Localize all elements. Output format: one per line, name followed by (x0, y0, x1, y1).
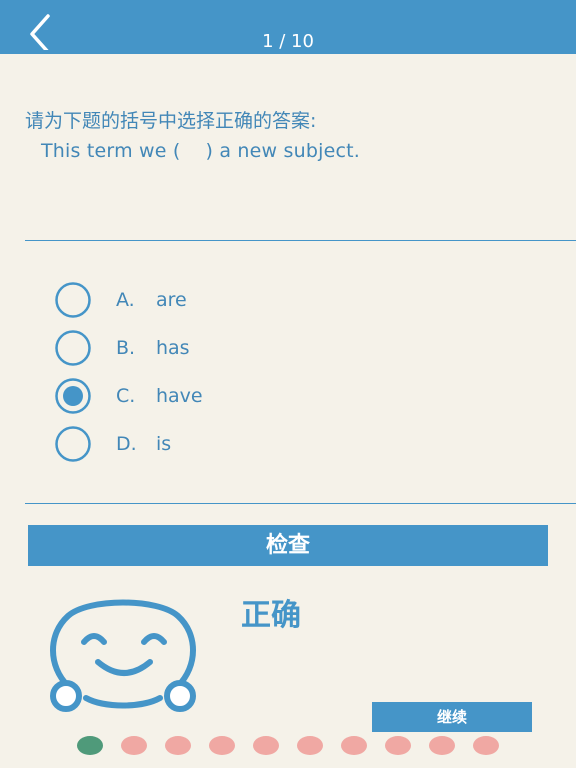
progress-dot (209, 736, 235, 755)
progress-dot (121, 736, 147, 755)
question-prompt: 请为下题的括号中选择正确的答案: (25, 110, 317, 132)
radio-icon[interactable] (55, 330, 91, 366)
option-text: has (156, 337, 190, 359)
continue-button[interactable]: 继续 (372, 702, 532, 732)
progress-dot (253, 736, 279, 755)
option-text: are (156, 289, 187, 311)
progress-dot (429, 736, 455, 755)
top-bar: 1 / 10 (0, 0, 576, 54)
progress-dot (77, 736, 103, 755)
option-b[interactable]: B. has (55, 330, 355, 366)
radio-icon[interactable] (55, 378, 91, 414)
progress-dots (0, 736, 576, 756)
option-letter: B. (116, 337, 136, 359)
check-button[interactable]: 检查 (28, 525, 548, 566)
radio-icon[interactable] (55, 426, 91, 462)
option-letter: A. (116, 289, 135, 311)
divider (25, 240, 576, 241)
radio-icon[interactable] (55, 282, 91, 318)
option-text: is (156, 433, 172, 455)
result-label: 正确 (241, 598, 301, 633)
option-letter: C. (116, 385, 136, 407)
divider (25, 503, 576, 504)
question-sentence: This term we ( ) a new subject. (41, 140, 361, 162)
option-letter: D. (116, 433, 137, 455)
option-d[interactable]: D. is (55, 426, 355, 462)
option-a[interactable]: A. are (55, 282, 355, 318)
progress-dot (297, 736, 323, 755)
question-progress: 1 / 10 (262, 31, 314, 52)
progress-dot (341, 736, 367, 755)
option-c[interactable]: C. have (55, 378, 355, 414)
option-text: have (156, 385, 203, 407)
progress-dot (473, 736, 499, 755)
progress-dot (165, 736, 191, 755)
smiley-face-icon (50, 599, 196, 712)
progress-dot (385, 736, 411, 755)
